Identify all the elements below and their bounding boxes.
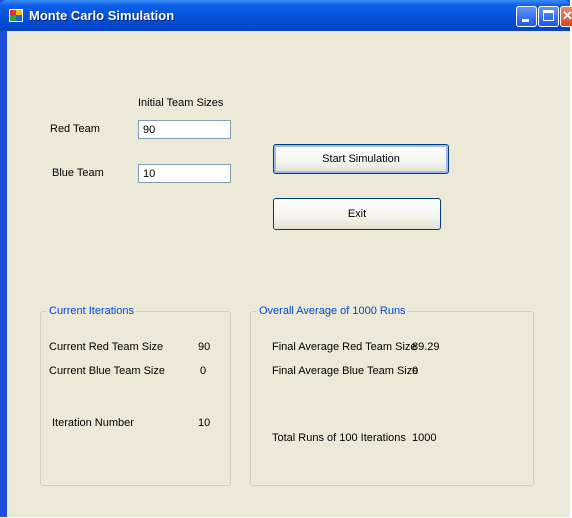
current-blue-team-size-value: 0 (200, 365, 207, 377)
overall-average-title: Overall Average of 1000 Runs (257, 305, 408, 317)
red-team-input[interactable] (138, 120, 231, 139)
current-iterations-title: Current Iterations (47, 305, 136, 317)
final-average-blue-team-size-label: Final Average Blue Team Size (272, 365, 419, 377)
title-bar[interactable]: Monte Carlo Simulation ✕ (0, 0, 572, 31)
overall-average-group: Overall Average of 1000 Runs (250, 305, 534, 486)
minimize-button[interactable] (516, 6, 537, 27)
current-blue-team-size-label: Current Blue Team Size (49, 365, 165, 377)
blue-team-label: Blue Team (52, 167, 104, 179)
red-team-label: Red Team (50, 123, 100, 135)
final-average-blue-team-size-value: 0 (412, 365, 419, 377)
close-icon: ✕ (562, 8, 572, 23)
maximize-icon (543, 10, 554, 21)
current-iterations-group: Current Iterations (40, 305, 231, 486)
form-client-area: Initial Team Sizes Red Team Blue Team St… (7, 31, 570, 517)
start-simulation-button[interactable]: Start Simulation (273, 144, 449, 174)
initial-team-sizes-label: Initial Team Sizes (138, 97, 224, 109)
total-runs-value: 1000 (412, 432, 437, 444)
current-red-team-size-value: 90 (198, 341, 211, 353)
main-window: Monte Carlo Simulation ✕ Initial Team Si… (0, 0, 572, 517)
exit-button[interactable]: Exit (273, 198, 441, 230)
maximize-button[interactable] (538, 6, 559, 27)
final-average-red-team-size-value: 89.29 (412, 341, 440, 353)
minimize-icon (522, 19, 529, 22)
final-average-red-team-size-label: Final Average Red Team Size (272, 341, 417, 353)
close-button[interactable]: ✕ (560, 6, 572, 27)
current-red-team-size-label: Current Red Team Size (49, 341, 164, 353)
blue-team-input[interactable] (138, 164, 231, 183)
iteration-number-label: Iteration Number (52, 417, 134, 429)
total-runs-label: Total Runs of 100 Iterations (272, 432, 406, 444)
app-icon[interactable] (9, 9, 23, 22)
window-title: Monte Carlo Simulation (29, 8, 175, 23)
iteration-number-value: 10 (198, 417, 211, 429)
